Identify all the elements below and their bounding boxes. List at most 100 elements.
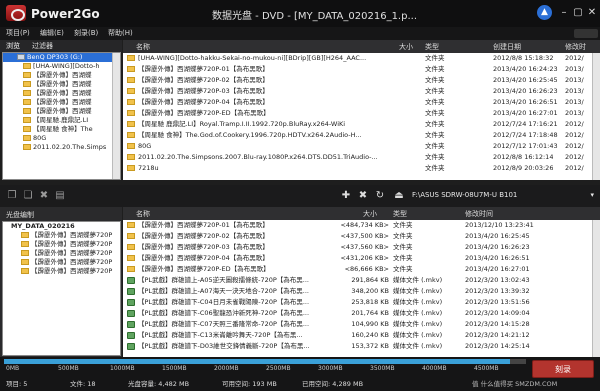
table-row[interactable]: 【霹靂外傳】西湖蝶夢720P-04【為布黑歌】 <431,206 KB> 文件夹 20… xyxy=(123,253,600,264)
update-icon[interactable]: ▲ xyxy=(537,5,552,20)
table-row[interactable]: 2011.02.20.The.Simpsons.2007.Blu-ray.108… xyxy=(123,152,600,163)
type-cell: 文件夹 xyxy=(425,87,445,95)
table-row[interactable]: 【PL武戲】群雄譜上-A07海天一決天地合-720P【為布黑... 348,200… xyxy=(123,286,600,297)
modified-cell: 2013/4/20 16:26:23 xyxy=(465,243,530,251)
copy-icon[interactable]: ❐ xyxy=(6,190,18,202)
file-name: 【霹靂外傳】西湖蝶夢720P-03【為布黑歌】 xyxy=(138,243,269,251)
size-cell: 153,372 KB xyxy=(351,342,389,350)
capacity-track xyxy=(4,359,526,364)
menu-project[interactable]: 项目(P) xyxy=(6,28,30,38)
modified-cell: 2012/ xyxy=(565,54,584,62)
type-cell: 文件夹 xyxy=(425,109,445,117)
tab-browse[interactable]: 浏览 xyxy=(6,41,20,51)
tree-item[interactable]: [UHA-WING][Dotto-h xyxy=(3,62,120,71)
tree-item[interactable]: 【霹靂外傳】西湖蝶 xyxy=(3,71,120,80)
tree-item[interactable]: 【霹靂外傳】西湖蝶夢720P xyxy=(3,231,120,240)
file-name: 【PL武戲】群雄譜下-C06聖龍恐沖新死神-720P【為布黑... xyxy=(138,309,310,317)
drive-selector[interactable]: F:\ASUS SDRW-08U7M-U B101 ▾ xyxy=(412,187,600,204)
tree-item[interactable]: 【霹靂外傳】西湖蝶 xyxy=(3,98,120,107)
folder-icon xyxy=(23,72,31,78)
col-name[interactable]: 名称 xyxy=(136,209,150,219)
refresh-icon[interactable]: ↻ xyxy=(374,190,386,202)
tree-item[interactable]: 【霹靂外傳】西湖蝶 xyxy=(3,107,120,116)
tree-item[interactable]: 【霹靂外傳】西湖蝶 xyxy=(3,80,120,89)
free-label: 可用空间: xyxy=(222,380,251,388)
table-row[interactable]: 【PL武戲】群雄譜下-C13米崙離吟舞天-720P【為布黑... 160,240 … xyxy=(123,330,600,341)
folder-icon xyxy=(127,244,135,250)
close-button[interactable]: ✕ xyxy=(584,6,600,20)
table-row[interactable]: 【PL武戲】群雄譜下-C07天照三番隆常命-720P【為布黑... 104,990… xyxy=(123,319,600,330)
capacity-tick-label: 1500MB xyxy=(162,365,187,372)
file-name: 【PL武戲】群雄譜下-C13米崙離吟舞天-720P【為布黑... xyxy=(138,331,303,339)
folder-icon xyxy=(127,99,135,105)
col-type[interactable]: 类型 xyxy=(425,42,439,52)
delete-icon[interactable]: ✖ xyxy=(38,190,50,202)
menu-edit[interactable]: 编辑(E) xyxy=(40,28,64,38)
col-modified[interactable]: 修改时 xyxy=(565,42,586,52)
tree-item[interactable]: 【霹靂外傳】西湖蝶夢720P xyxy=(3,240,120,249)
table-row[interactable]: 【霹靂外傳】西湖蝶夢720P-02【為布黑歌】 文件夹 2013/4/20 16:2… xyxy=(123,75,600,86)
modified-cell: 2013/4/20 16:26:51 xyxy=(465,254,530,262)
eject-icon[interactable]: ⏏ xyxy=(393,190,405,202)
name-cell: [UHA-WING][Dotto-hakku-Sekai-no-mukou-ni… xyxy=(127,53,397,64)
col-created[interactable]: 创建日期 xyxy=(493,42,521,52)
tree-item[interactable]: 【周星馳.鹿鼎記.LI xyxy=(3,116,120,125)
tree-item[interactable]: 【霹靂外傳】西湖蝶夢720P xyxy=(3,249,120,258)
tree-item-drive[interactable]: BenQ DP303 (G:) xyxy=(3,53,120,62)
table-row[interactable]: 【PL武戲】群雄譜下-C04日月未雀戰陽陳-720P【為布黑... 253,818… xyxy=(123,297,600,308)
col-type[interactable]: 类型 xyxy=(393,209,407,219)
table-row[interactable]: 80G 文件夹 2012/7/12 17:01:43 2012/ xyxy=(123,141,600,152)
table-row[interactable]: 【霹靂外傳】西湖蝶夢720P-01【為布黑歌】 文件夹 2013/4/20 16:2… xyxy=(123,64,600,75)
type-cell: 媒体文件 (.mkv) xyxy=(393,276,443,284)
table-row[interactable]: 【PL武戲】群雄譜上-A05逆天圖殺擂條統-720P【為布黑... 291,864… xyxy=(123,275,600,286)
name-cell: 【霹靂外傳】西湖蝶夢720P-ED【為布黑歌】 xyxy=(127,108,397,119)
table-row[interactable]: 【霹靂外傳】西湖蝶夢720P-03【為布黑歌】 文件夹 2013/4/20 16:2… xyxy=(123,86,600,97)
table-row[interactable]: 【周星馳 食神】The.God.of.Cookery.1996.720p.HDT… xyxy=(123,130,600,141)
remove-icon[interactable]: ✖ xyxy=(357,190,369,202)
paste-icon[interactable]: ❏ xyxy=(22,190,34,202)
tree-item[interactable]: 【霹靂外傳】西湖蝶 xyxy=(3,89,120,98)
table-row[interactable]: 【周星馳 鹿鼎記.LI】Royal.Tramp.I.II.1992.720p.B… xyxy=(123,119,600,130)
tree-item[interactable]: 【霹靂外傳】西湖蝶夢720P xyxy=(3,258,120,267)
tree-item[interactable]: 【霹靂外傳】西湖蝶夢720P xyxy=(3,267,120,276)
disc-root[interactable]: MY_DATA_020216 xyxy=(3,222,120,231)
tab-filter[interactable]: 过滤器 xyxy=(32,41,53,51)
col-name[interactable]: 名称 xyxy=(136,42,150,52)
new-folder-icon[interactable]: ▤ xyxy=(54,190,66,202)
list-scrollbar[interactable] xyxy=(592,220,600,357)
name-cell: 【周星馳 鹿鼎記.LI】Royal.Tramp.I.II.1992.720p.B… xyxy=(127,119,397,130)
tree-item[interactable]: 【周星馳 食神】The xyxy=(3,125,120,134)
menu-help[interactable]: 帮助(H) xyxy=(108,28,133,38)
table-row[interactable]: 【PL武戲】群雄譜下-C06聖龍恐沖新死神-720P【為布黑... 201,764… xyxy=(123,308,600,319)
table-row[interactable]: 7218u 文件夹 2012/8/9 20:03:26 2012/ xyxy=(123,163,600,174)
tree-scrollbar[interactable] xyxy=(112,53,120,179)
col-size[interactable]: 大小 xyxy=(363,209,377,219)
type-cell: 媒体文件 (.mkv) xyxy=(393,342,443,350)
table-row[interactable]: 【霹靂外傳】西湖蝶夢720P-01【為布黑歌】 <484,734 KB> 文件夹 20… xyxy=(123,220,600,231)
video-file-icon xyxy=(127,320,135,328)
tree-item[interactable]: 80G xyxy=(3,134,120,143)
col-modified[interactable]: 修改时间 xyxy=(465,209,493,219)
folder-icon xyxy=(23,99,31,105)
table-row[interactable]: 【PL武戲】群雄譜下-D03維世交鋒情義斷-720P【為布黑... 153,372… xyxy=(123,341,600,352)
table-row[interactable]: [UHA-WING][Dotto-hakku-Sekai-no-mukou-ni… xyxy=(123,53,600,64)
menu-options-button[interactable] xyxy=(574,29,598,38)
col-size[interactable]: 大小 xyxy=(399,42,413,52)
menu-burn[interactable]: 刻录(B) xyxy=(74,28,98,38)
created-cell: 2013/4/20 16:24:23 xyxy=(493,65,558,73)
tree-item[interactable]: 2011.02.20.The.Simps xyxy=(3,143,120,152)
folder-icon xyxy=(127,165,135,171)
table-row[interactable]: 【霹靂外傳】西湖蝶夢720P-03【為布黑歌】 <437,560 KB> 文件夹 20… xyxy=(123,242,600,253)
table-row[interactable]: 【霹靂外傳】西湖蝶夢720P-ED【為布黑歌】 <86,666 KB> 文件夹 201… xyxy=(123,264,600,275)
add-files-icon[interactable]: ✚ xyxy=(340,190,352,202)
burn-button[interactable]: 刻录 xyxy=(532,360,594,378)
table-row[interactable]: 【霹靂外傳】西湖蝶夢720P-ED【為布黑歌】 文件夹 2013/4/20 16:2… xyxy=(123,108,600,119)
table-row[interactable]: 【霹靂外傳】西湖蝶夢720P-02【為布黑歌】 <437,500 KB> 文件夹 20… xyxy=(123,231,600,242)
table-row[interactable]: 【霹靂外傳】西湖蝶夢720P-04【為布黑歌】 文件夹 2013/4/20 16:2… xyxy=(123,97,600,108)
disc-panel-title: 光盘编制 xyxy=(6,211,34,219)
modified-cell: 2013/ xyxy=(565,65,584,73)
file-name: 【周星馳 食神】The.God.of.Cookery.1996.720p.HDT… xyxy=(138,131,362,139)
list-scrollbar[interactable] xyxy=(592,53,600,180)
size-cell: <86,666 KB> xyxy=(344,265,389,273)
name-cell: 【周星馳 食神】The.God.of.Cookery.1996.720p.HDT… xyxy=(127,130,397,141)
